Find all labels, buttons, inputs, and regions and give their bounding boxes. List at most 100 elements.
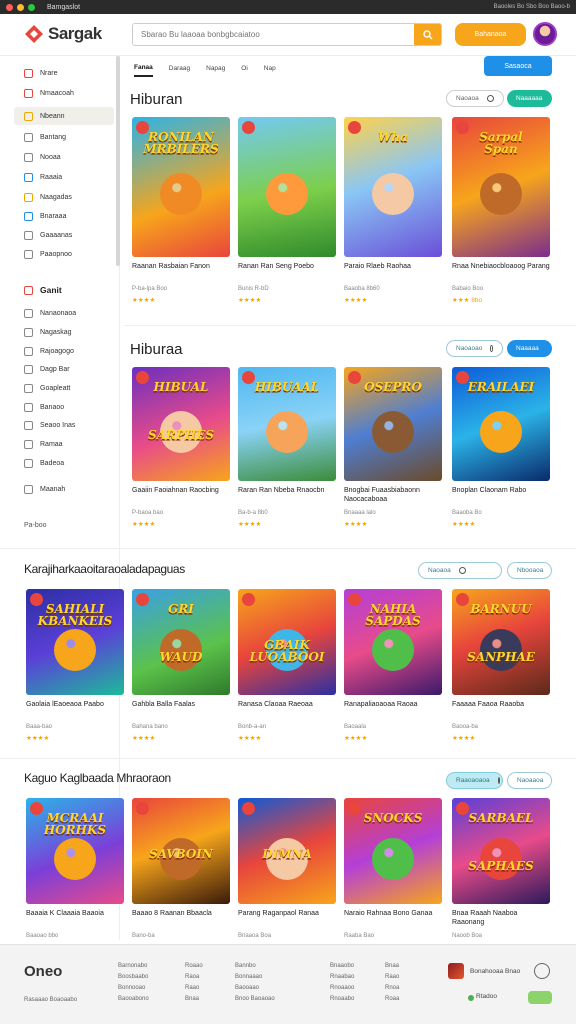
sidebar-footer-link[interactable]: Pa-boo [24, 522, 47, 529]
footer-link[interactable]: Raoa [185, 972, 203, 983]
game-thumbnail[interactable]: DIMNA [238, 798, 336, 904]
tab[interactable]: Nap [264, 61, 276, 76]
game-thumbnail[interactable]: SARBAEL SAPHAES [452, 798, 550, 904]
footer-link[interactable]: Boosbaabo [118, 972, 149, 983]
game-card[interactable]: Sarpal Span Rnaa Nnebiaocbloaoog Parang Ba… [452, 117, 550, 304]
game-title[interactable]: Gahbla Balla Faalas [132, 700, 230, 718]
game-card[interactable]: GBAIK LUOABOOI Ranasa Claoaa Raeoaa Bonb-a… [238, 589, 336, 742]
game-title[interactable]: Ranapaliaoaoaa Raoaa [344, 700, 442, 718]
footer-link[interactable]: Bonnooao [118, 983, 149, 994]
sidebar-item[interactable]: Naagadas [14, 188, 114, 206]
sidebar-item[interactable]: Rajoagogo [14, 342, 114, 360]
game-title[interactable]: Bnogbai Fuaasbiabaonn Naocacaboaa [344, 486, 442, 504]
footer-link[interactable]: Roaa [385, 994, 399, 1005]
sidebar-item[interactable]: Goapleatt [14, 379, 114, 397]
footer-chip[interactable]: Rtadoo [476, 993, 497, 1000]
tab[interactable]: Daraag [169, 61, 190, 76]
footer-link[interactable]: Rnaabao [330, 972, 354, 983]
footer-link[interactable]: Rnoaabo [330, 994, 354, 1005]
section-filter-dropdown[interactable]: Naoaoa [418, 562, 502, 579]
game-title[interactable]: Bnaa Raaah Naaboa Raaonang [452, 909, 550, 927]
footer-link[interactable]: Baooabono [118, 994, 149, 1005]
game-title[interactable]: Raanan Rasbaian Fanon [132, 262, 230, 280]
section-filter-dropdown[interactable]: Naoaoa [446, 90, 504, 107]
sidebar-item[interactable]: Bnaraaa [14, 207, 114, 225]
game-thumbnail[interactable]: Wha [344, 117, 442, 257]
game-thumbnail[interactable]: GRI WAUD [132, 589, 230, 695]
game-card[interactable]: BARNUU SANPHAE Faaaaa Faaoa Raaoba Baooa-b… [452, 589, 550, 742]
footer-app-link[interactable]: Bonahooaa Bnao [448, 963, 520, 979]
game-card[interactable]: OSEPRO Bnogbai Fuaasbiabaonn Naocacaboaa B… [344, 367, 442, 528]
game-title[interactable]: Gaolaia lEaoeaoa Paabo [26, 700, 124, 718]
user-avatar[interactable] [533, 22, 557, 46]
sidebar-scrollbar[interactable] [116, 56, 120, 266]
game-thumbnail[interactable]: HIBUAAL [238, 367, 336, 481]
section-action-button[interactable]: Naaaaaa [507, 90, 552, 107]
footer-brand[interactable]: Oneo [24, 963, 62, 980]
sidebar-item[interactable]: Seaoo Inas [14, 416, 114, 434]
game-thumbnail[interactable]: SNOCKS [344, 798, 442, 904]
game-title[interactable]: Paraio Rlaeb Raohaa [344, 262, 442, 280]
section-filter-dropdown[interactable]: Raaoaoaoa [446, 772, 503, 789]
game-title[interactable]: Raran Ran Nbeba Rnaocbn [238, 486, 336, 504]
game-title[interactable]: Naraio Rahnaa Bono Ganaa [344, 909, 442, 927]
game-thumbnail[interactable]: Sarpal Span [452, 117, 550, 257]
help-icon[interactable] [534, 963, 550, 979]
search-button[interactable] [414, 24, 441, 45]
tabs-cta-button[interactable]: Sasaoca [484, 56, 552, 76]
maximize-window-button[interactable] [28, 3, 35, 11]
footer-link[interactable]: Bnaaobo [330, 961, 354, 972]
section-action-button[interactable]: Naoaaoa [507, 772, 552, 789]
game-thumbnail[interactable]: BARNUU SANPHAE [452, 589, 550, 695]
game-thumbnail[interactable]: RONILAN MRBILERS [132, 117, 230, 257]
footer-link[interactable]: Bnaa [185, 994, 203, 1005]
game-card[interactable]: SAVBOINBaaao 8 Raanan BbaaclaBano-ba★★★★ [132, 798, 230, 951]
game-title[interactable]: Bnoplan Claonam Rabo [452, 486, 550, 504]
brand-logo[interactable]: Sargak [24, 24, 102, 44]
sidebar-item[interactable]: Nrare [14, 64, 114, 82]
game-card[interactable]: Ranan Ran Seng Poebo Bunis R-bD ★★★★ [238, 117, 336, 304]
footer-link[interactable]: Bnoo Baoaoao [235, 994, 275, 1005]
tab[interactable]: Napag [206, 61, 225, 76]
tab[interactable]: Oi [241, 61, 248, 76]
game-title[interactable]: Baaaia K Claaaia Baaoia [26, 909, 124, 927]
footer-link[interactable]: Baooaao [235, 983, 275, 994]
game-card[interactable]: MCRAAI HORHKS Baaaia K Claaaia Baaoia Baao… [26, 798, 124, 951]
game-thumbnail[interactable]: SAHIALI KBANKEIS [26, 589, 124, 695]
game-card[interactable]: HIBUAAL Raran Ran Nbeba Rnaocbn Ba-b-a 8b0… [238, 367, 336, 528]
game-title[interactable]: Faaaaa Faaoa Raaoba [452, 700, 550, 718]
sidebar-item[interactable]: Maanah [14, 480, 114, 498]
sidebar-item[interactable]: Raaaia [14, 168, 114, 186]
game-card[interactable]: HIBUAL SARPHES Gaaiin Faoiahnan Raocbing P… [132, 367, 230, 528]
sidebar-item[interactable]: Nbeann [14, 107, 114, 125]
game-thumbnail[interactable] [238, 117, 336, 257]
game-card[interactable]: RONILAN MRBILERS Raanan Rasbaian Fanon P-b… [132, 117, 230, 304]
game-card[interactable]: Wha Paraio Rlaeb Raohaa Baaoba 8b60 ★★★★ [344, 117, 442, 304]
game-card[interactable]: SARBAEL SAPHAES Bnaa Raaah Naaboa Raaonan… [452, 798, 550, 951]
game-title[interactable]: Rnaa Nnebiaocbloaoog Parang [452, 262, 550, 280]
tab[interactable]: Fanaa [134, 60, 153, 77]
section-filter-dropdown[interactable]: Naoaoao [446, 340, 503, 357]
section-action-button[interactable]: Naaaaa [507, 340, 552, 357]
game-title[interactable]: Gaaiin Faoiahnan Raocbing [132, 486, 230, 504]
sidebar-item[interactable]: Nanaonaoa [14, 304, 114, 322]
footer-link[interactable]: Bnaa [385, 961, 399, 972]
section-action-button[interactable]: Nbooaoa [507, 562, 552, 579]
game-title[interactable]: Ranan Ran Seng Poebo [238, 262, 336, 280]
close-window-button[interactable] [6, 3, 13, 11]
footer-toggle[interactable] [528, 991, 552, 1004]
sidebar-item[interactable]: Dagp Bar [14, 360, 114, 378]
header-cta-button[interactable]: Bahanaoa [455, 23, 526, 46]
footer-link[interactable]: Raao [185, 983, 203, 994]
footer-link[interactable]: Roaao [185, 961, 203, 972]
game-card[interactable]: GRI WAUD Gahbla Balla Faalas Bahana bano ★★… [132, 589, 230, 742]
footer-link[interactable]: Rnoa [385, 983, 399, 994]
game-thumbnail[interactable]: NAHIA SAPDAS [344, 589, 442, 695]
game-title[interactable]: Ranasa Claoaa Raeoaa [238, 700, 336, 718]
minimize-window-button[interactable] [17, 3, 24, 11]
footer-link[interactable]: Bannbo [235, 961, 275, 972]
sidebar-item[interactable]: Banaoo [14, 398, 114, 416]
game-thumbnail[interactable]: ERAILAEI [452, 367, 550, 481]
game-card[interactable]: SAHIALI KBANKEIS Gaolaia lEaoeaoa Paabo Ba… [26, 589, 124, 742]
footer-link[interactable]: Rnoaaoo [330, 983, 354, 994]
